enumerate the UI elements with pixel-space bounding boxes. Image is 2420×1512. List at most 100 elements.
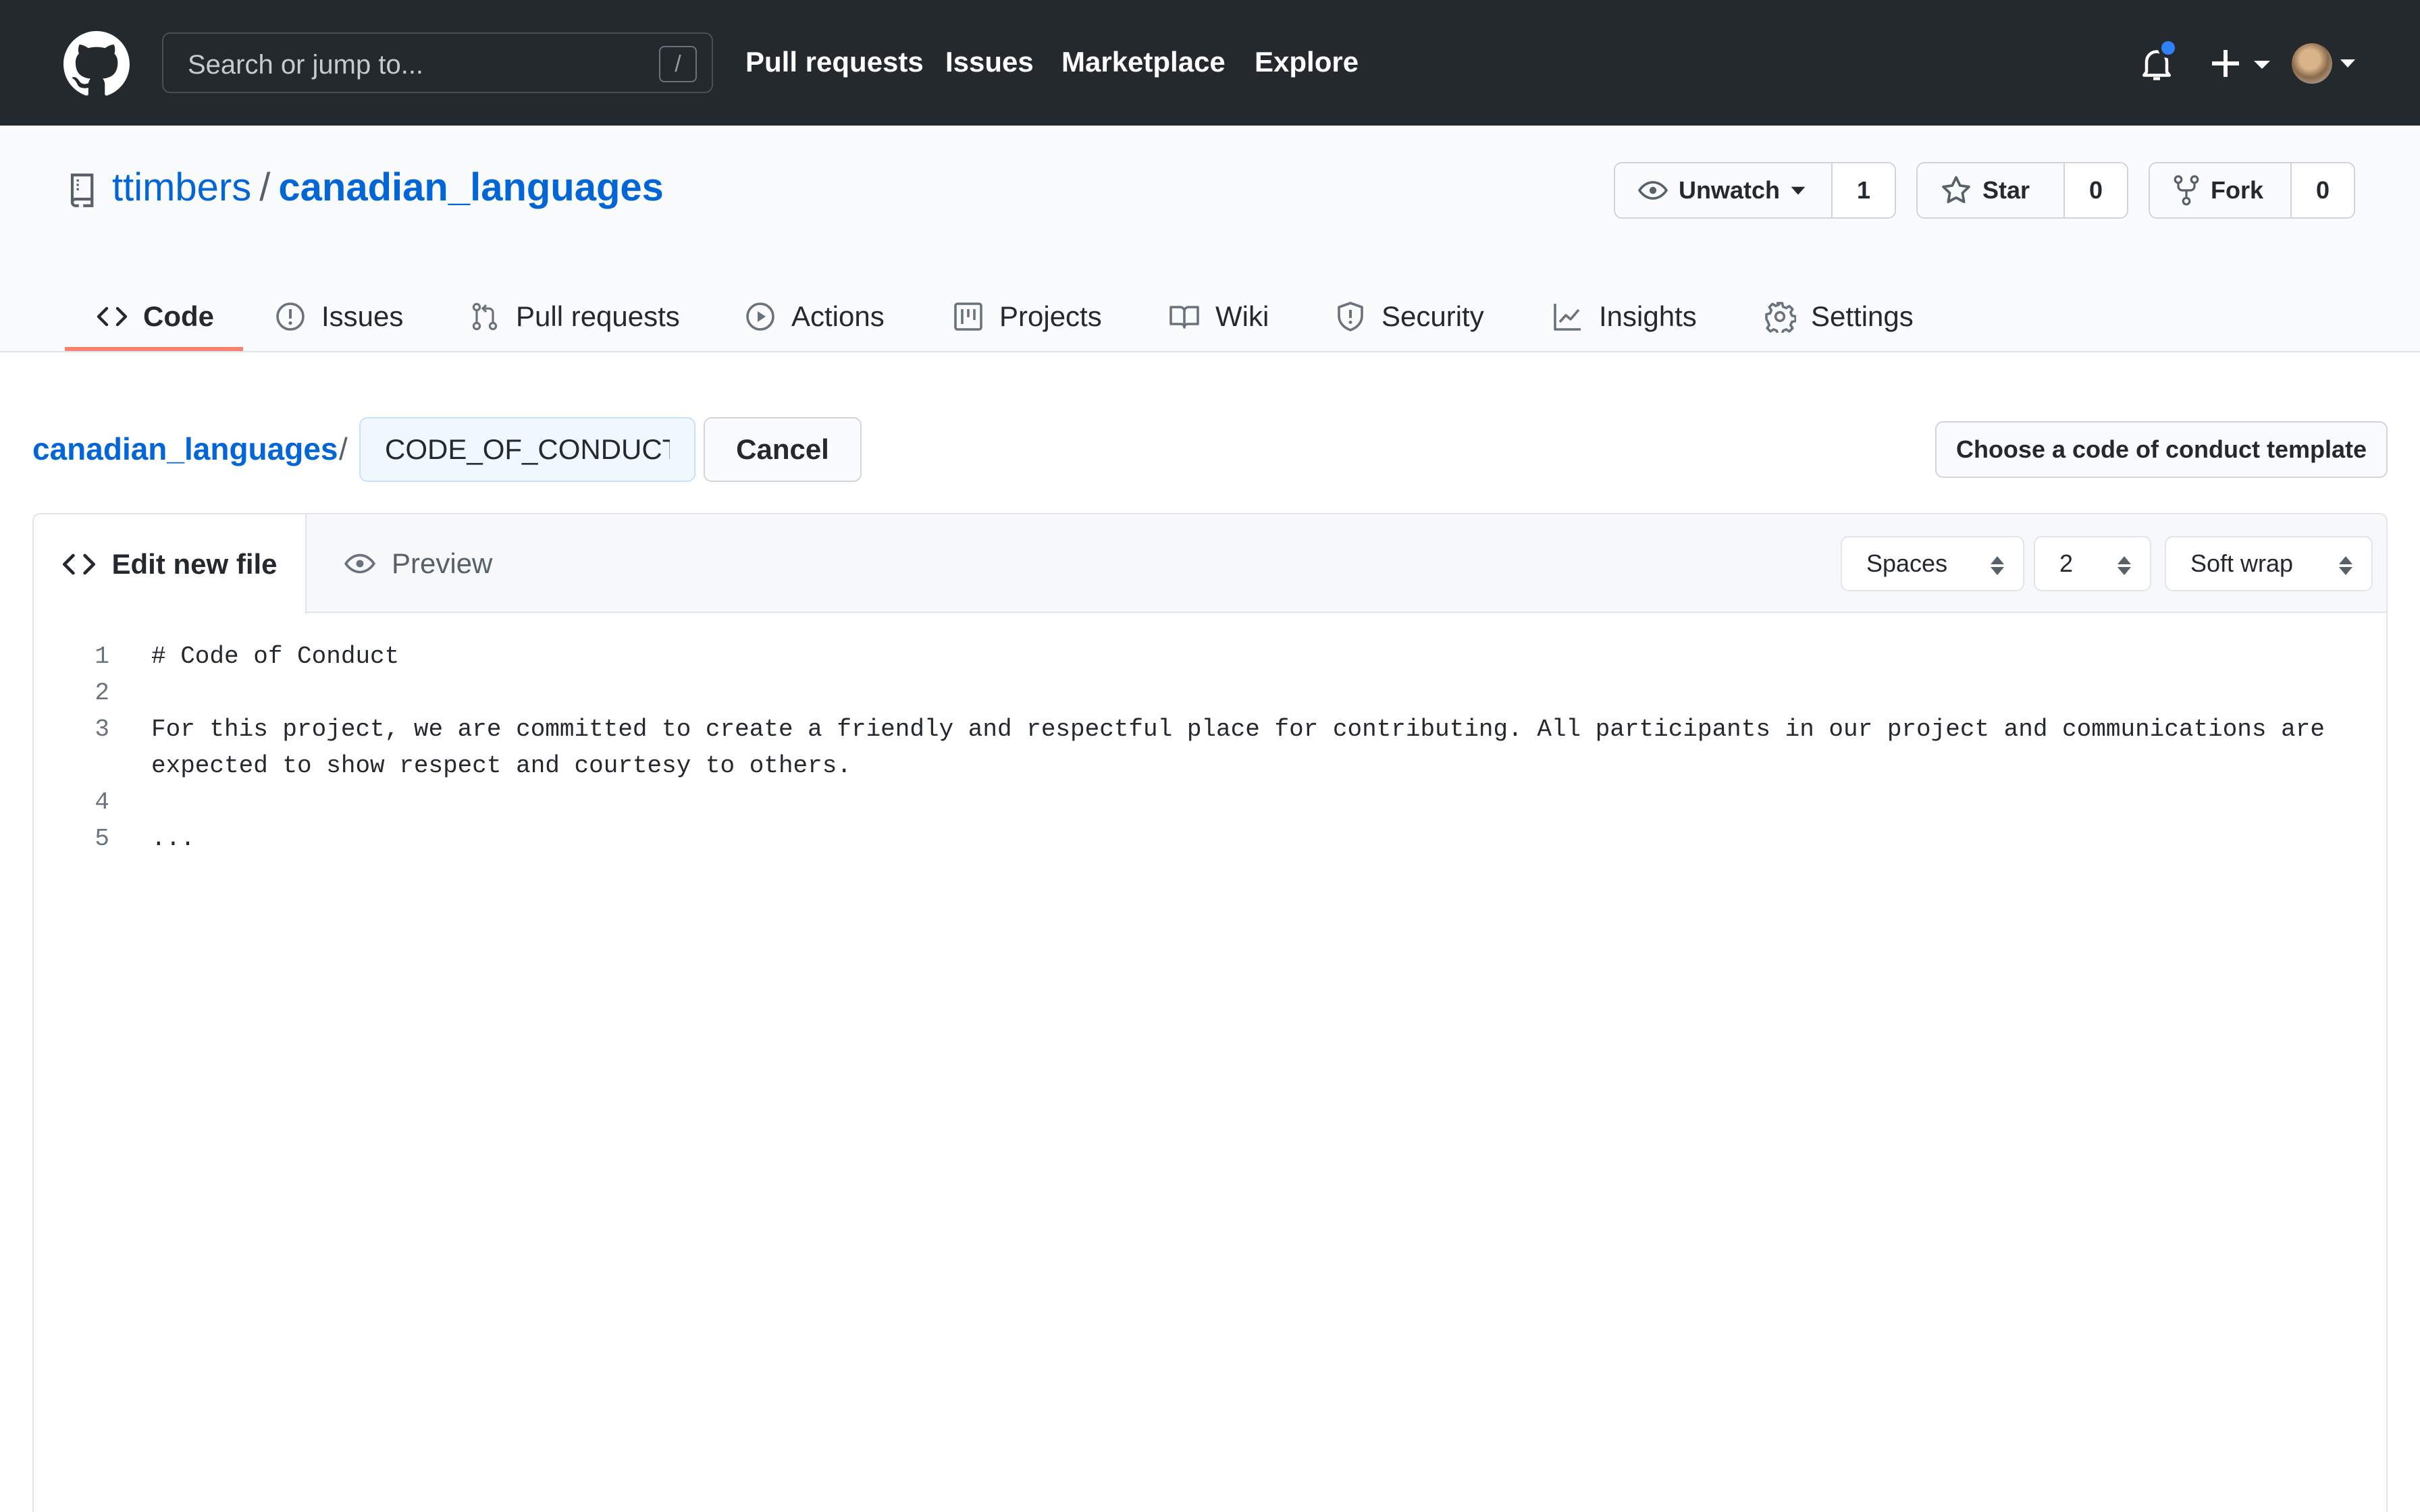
issue-icon xyxy=(276,302,305,331)
eye-icon xyxy=(344,554,376,574)
fork-button-group: Fork 0 xyxy=(2149,162,2355,219)
tab-label: Actions xyxy=(791,300,885,332)
repo-title: ttimbers / canadian_languages xyxy=(112,165,664,210)
global-search-input[interactable]: Search or jump to... / xyxy=(162,32,713,93)
tab-actions[interactable]: Actions xyxy=(744,281,885,352)
nav-pull-requests[interactable]: Pull requests xyxy=(745,46,924,78)
user-avatar[interactable] xyxy=(2292,43,2332,84)
choose-template-button[interactable]: Choose a code of conduct template xyxy=(1935,421,2388,478)
select-arrows-icon xyxy=(2339,556,2352,575)
unwatch-label: Unwatch xyxy=(1679,176,1781,204)
tab-pull-requests[interactable]: Pull requests xyxy=(469,281,680,352)
tab-label: Wiki xyxy=(1215,300,1269,332)
tab-wiki[interactable]: Wiki xyxy=(1168,281,1269,352)
play-icon xyxy=(746,302,774,331)
stars-count[interactable]: 0 xyxy=(2063,163,2127,217)
tab-label: Code xyxy=(143,300,214,332)
code-line: 4 xyxy=(34,784,2386,821)
tab-label: Settings xyxy=(1811,300,1914,332)
line-number: 2 xyxy=(95,679,109,707)
graph-icon xyxy=(1554,304,1581,331)
line-content[interactable] xyxy=(109,675,2385,711)
book-icon xyxy=(1169,306,1199,329)
cancel-button[interactable]: Cancel xyxy=(704,417,862,482)
code-editor[interactable]: 1 # Code of Conduct 2 3 For this project… xyxy=(34,614,2386,857)
preview-tab-label: Preview xyxy=(392,547,493,579)
eye-icon xyxy=(1637,181,1668,200)
breadcrumb-separator: / xyxy=(339,431,348,466)
caret-down-icon xyxy=(1791,186,1806,195)
star-label: Star xyxy=(1982,176,2030,204)
tab-security[interactable]: Security xyxy=(1334,281,1484,352)
breadcrumb-repo-link[interactable]: canadian_languages xyxy=(32,431,338,467)
indent-mode-select[interactable]: Spaces xyxy=(1841,536,2024,591)
gear-icon xyxy=(1765,302,1796,333)
selected-tab-indicator xyxy=(65,347,243,351)
line-number: 1 xyxy=(95,643,109,670)
repo-header: ttimbers / canadian_languages Unwatch 1 St… xyxy=(0,126,2420,352)
create-new-plus-icon[interactable] xyxy=(2205,43,2273,84)
search-placeholder: Search or jump to... xyxy=(188,50,424,80)
watchers-count[interactable]: 1 xyxy=(1831,163,1895,217)
tab-settings[interactable]: Settings xyxy=(1764,281,1914,352)
pull-request-icon xyxy=(472,302,498,331)
line-content[interactable]: # Code of Conduct xyxy=(109,639,2385,675)
repo-title-separator: / xyxy=(259,165,271,209)
repo-owner-link[interactable]: ttimbers xyxy=(112,165,251,209)
fork-icon xyxy=(2174,175,2199,206)
star-button[interactable]: Star xyxy=(1918,163,2063,217)
line-content[interactable] xyxy=(109,784,2385,821)
nav-marketplace[interactable]: Marketplace xyxy=(1061,46,1226,78)
tab-preview[interactable]: Preview xyxy=(343,514,492,613)
github-logo-icon[interactable] xyxy=(63,31,130,97)
fork-button[interactable]: Fork xyxy=(2150,163,2290,217)
unwatch-button[interactable]: Unwatch xyxy=(1615,163,1831,217)
repo-nav-tabs: Code Issues Pull requests Actions Projec… xyxy=(0,281,2420,352)
repo-icon xyxy=(70,173,94,207)
tab-insights[interactable]: Insights xyxy=(1552,281,1697,352)
tab-edit-new-file[interactable]: Edit new file xyxy=(34,514,307,614)
global-header: Search or jump to... / Pull requests Iss… xyxy=(0,0,2420,126)
line-content[interactable]: For this project, we are committed to cr… xyxy=(109,711,2385,784)
star-icon xyxy=(1942,176,1970,203)
indent-mode-value: Spaces xyxy=(1866,549,1948,577)
editor-toolbar: Edit new file Preview Spaces 2 Soft wrap xyxy=(34,514,2386,614)
code-line: 3 For this project, we are committed to … xyxy=(34,711,2386,784)
tab-projects[interactable]: Projects xyxy=(952,281,1102,352)
notification-unread-dot xyxy=(2158,38,2178,58)
tab-label: Insights xyxy=(1599,300,1697,332)
tab-label: Projects xyxy=(999,300,1102,332)
nav-explore[interactable]: Explore xyxy=(1255,46,1359,78)
line-content[interactable]: ... xyxy=(109,821,2385,857)
indent-size-select[interactable]: 2 xyxy=(2034,536,2151,591)
tab-label: Pull requests xyxy=(516,300,680,332)
tab-label: Security xyxy=(1382,300,1484,332)
line-number: 4 xyxy=(95,788,109,816)
code-line: 5 ... xyxy=(34,821,2386,857)
tab-code[interactable]: Code xyxy=(96,281,214,352)
wrap-mode-select[interactable]: Soft wrap xyxy=(2165,536,2373,591)
line-number: 3 xyxy=(95,716,109,743)
indent-size-value: 2 xyxy=(2059,549,2074,577)
fork-label: Fork xyxy=(2211,176,2264,204)
star-button-group: Star 0 xyxy=(1916,162,2128,219)
tab-label: Issues xyxy=(321,300,404,332)
watch-button-group: Unwatch 1 xyxy=(1614,162,1896,219)
select-arrows-icon xyxy=(1991,556,2004,575)
repo-name-link[interactable]: canadian_languages xyxy=(278,165,664,209)
edit-tab-label: Edit new file xyxy=(111,548,278,580)
search-shortcut-key: / xyxy=(659,46,697,82)
code-line: 2 xyxy=(34,675,2386,711)
shield-icon xyxy=(1338,302,1363,331)
nav-issues[interactable]: Issues xyxy=(945,46,1034,78)
code-icon xyxy=(63,554,96,575)
code-line: 1 # Code of Conduct xyxy=(34,639,2386,675)
chevron-down-icon[interactable] xyxy=(2340,59,2355,68)
project-icon xyxy=(954,302,982,331)
tab-issues[interactable]: Issues xyxy=(274,281,403,352)
file-editor: Edit new file Preview Spaces 2 Soft wrap… xyxy=(32,513,2388,1512)
forks-count[interactable]: 0 xyxy=(2290,163,2354,217)
filename-input[interactable] xyxy=(359,417,695,482)
code-icon xyxy=(97,306,128,327)
line-number: 5 xyxy=(95,825,109,853)
